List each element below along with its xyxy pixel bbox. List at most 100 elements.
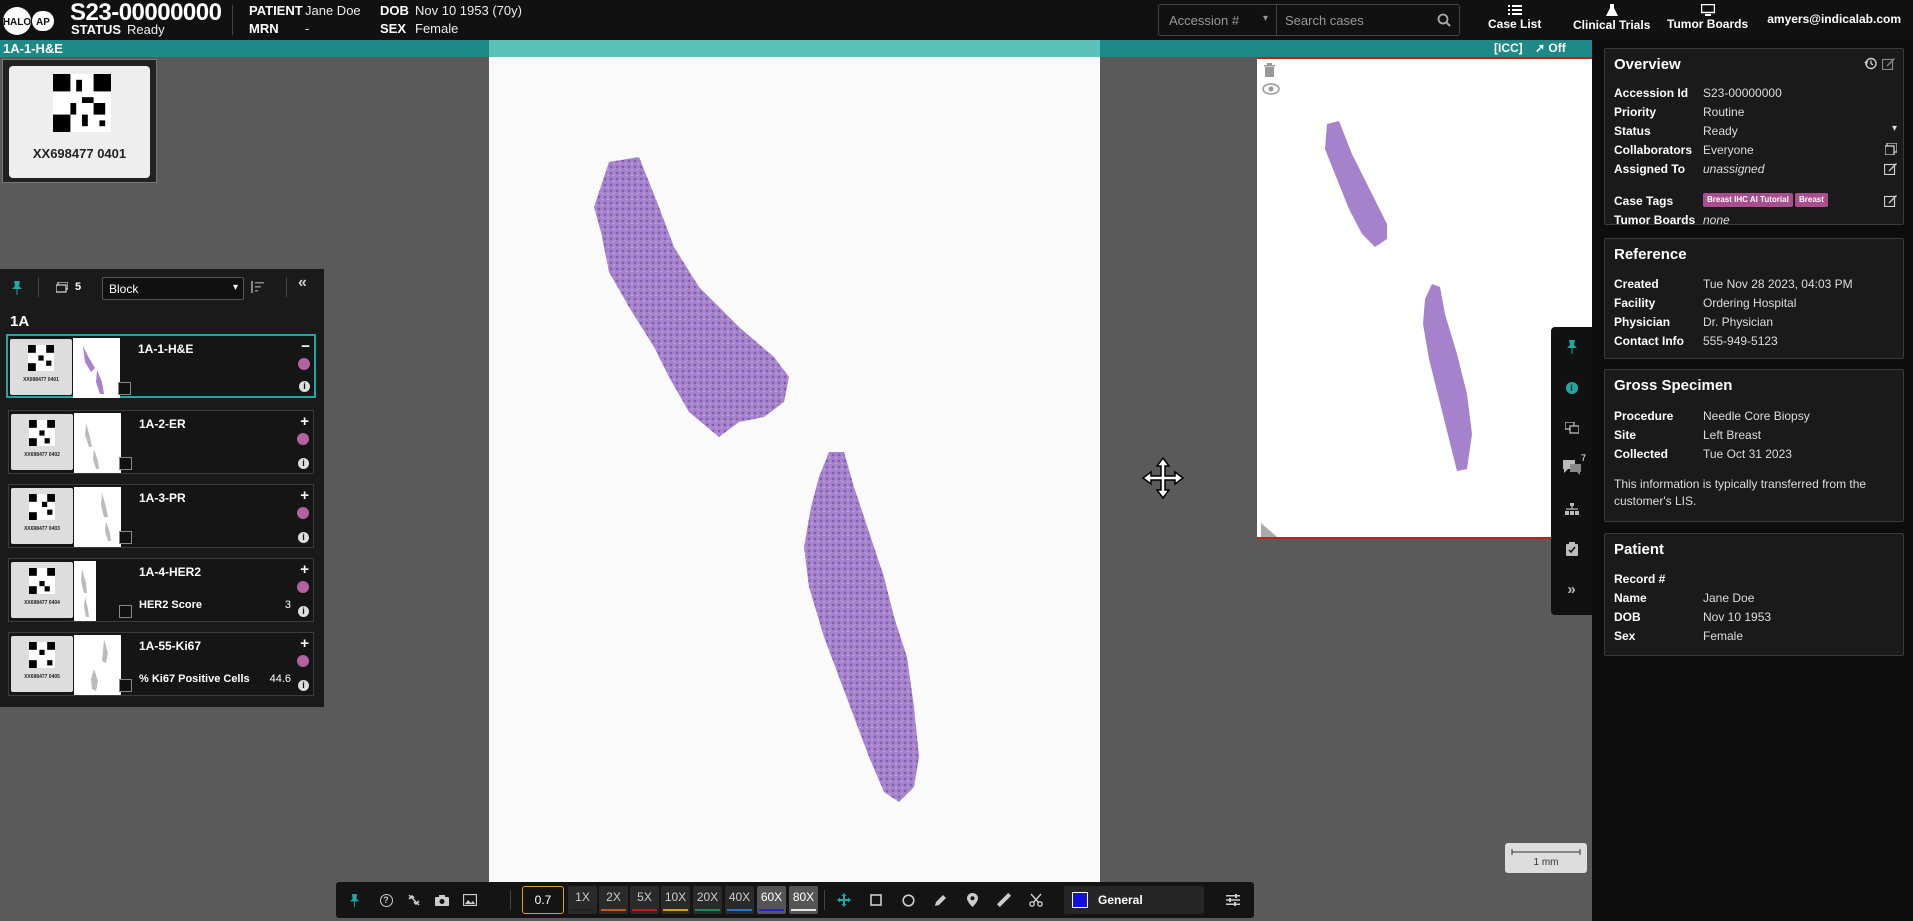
info-icon[interactable]: i (298, 606, 309, 617)
case-status-select[interactable]: Ready (1703, 124, 1738, 138)
tag-icon[interactable] (297, 655, 309, 667)
slide-card-1a-1-he[interactable]: XX698477 0401 1A-1-H&E − i (6, 334, 316, 398)
annotation-class-select[interactable]: General (1064, 886, 1204, 914)
help-button[interactable]: ? (372, 882, 400, 918)
nav-tumor-boards[interactable]: Tumor Boards (1667, 4, 1748, 31)
info-icon[interactable]: i (299, 381, 310, 392)
side-toolbar: i 7 » (1551, 327, 1592, 615)
pin-toolbar-button[interactable] (1551, 332, 1592, 362)
status-label: STATUS (71, 22, 122, 37)
info-icon[interactable]: i (298, 458, 309, 469)
slide-minimap[interactable] (1257, 57, 1592, 539)
case-tag[interactable]: Breast IHC AI Tutorial (1703, 193, 1793, 207)
slide-checkbox[interactable] (118, 382, 131, 395)
snapshot-button[interactable] (428, 882, 456, 918)
trash-icon[interactable] (1263, 63, 1276, 77)
pan-tool-button[interactable] (830, 882, 858, 918)
edit-icon[interactable] (1882, 57, 1895, 70)
zoom-80x-button[interactable]: 80X (789, 886, 818, 914)
tag-icon[interactable] (297, 581, 309, 593)
icc-toggle[interactable]: [ICC] (1494, 40, 1523, 57)
minus-icon[interactable]: − (301, 338, 310, 355)
slide-card-1a-2-er[interactable]: XX698477 0402 1A-2-ER + i (8, 410, 314, 474)
slide-checkbox[interactable] (119, 605, 132, 618)
tag-icon[interactable] (297, 507, 309, 519)
comments-panel-button[interactable]: 7 (1551, 452, 1592, 482)
user-menu[interactable]: amyers@indicalab.com (1767, 12, 1901, 26)
group-by-select[interactable]: Block ▾ (102, 277, 244, 300)
search-type-select[interactable]: Accession # ▾ (1159, 5, 1277, 35)
created-label: Created (1614, 277, 1659, 291)
slide-thumbnail (74, 561, 96, 621)
slide-card-1a-3-pr[interactable]: XX698477 0403 1A-3-PR + i (8, 484, 314, 548)
comments-icon (1562, 460, 1581, 475)
assigned-value: unassigned (1703, 162, 1765, 176)
info-panel-button[interactable]: i (1551, 373, 1592, 403)
zoom-5x-button[interactable]: 5X (630, 886, 659, 914)
nav-clinical-trials[interactable]: Clinical Trials (1573, 4, 1650, 32)
ellipse-tool-button[interactable] (894, 882, 922, 918)
slide-checkbox[interactable] (119, 457, 132, 470)
sort-icon[interactable] (251, 281, 264, 293)
tag-icon[interactable] (297, 433, 309, 445)
plus-icon[interactable]: + (300, 635, 309, 652)
zoom-60x-button[interactable]: 60X (757, 886, 786, 914)
edit-icon[interactable] (1884, 194, 1897, 207)
nav-case-list[interactable]: Case List (1488, 4, 1541, 31)
eye-icon[interactable] (1262, 83, 1280, 95)
live-toggle[interactable]: ➚ Off (1535, 40, 1566, 57)
zoom-20x-button[interactable]: 20X (693, 886, 722, 914)
accession-value: S23-00000000 (1703, 86, 1782, 100)
slide-checkbox[interactable] (119, 679, 132, 692)
image-button[interactable] (456, 882, 484, 918)
zoom-1x-button[interactable]: 1X (568, 886, 597, 914)
info-icon[interactable]: i (298, 532, 309, 543)
slide-card-1a-55-ki67[interactable]: XX698477 0405 1A-55-Ki67 % Ki67 Positive… (8, 632, 314, 696)
search-input[interactable] (1285, 8, 1425, 32)
search-icon[interactable] (1437, 13, 1451, 27)
scissors-tool-button[interactable] (1022, 882, 1050, 918)
unlink-button[interactable] (400, 882, 428, 918)
priority-value: Routine (1703, 105, 1745, 119)
pin-toolbar-button[interactable] (340, 882, 368, 918)
rectangle-tool-button[interactable] (862, 882, 890, 918)
settings-button[interactable] (1218, 882, 1248, 918)
hierarchy-panel-button[interactable] (1551, 494, 1592, 524)
map-pin-icon (966, 893, 978, 907)
halo-ap-logo[interactable]: HALO AP (2, 5, 54, 37)
pen-tool-button[interactable] (926, 882, 954, 918)
divider (510, 890, 511, 910)
marker-tool-button[interactable] (958, 882, 986, 918)
top-header: HALO AP S23-00000000 STATUS Ready PATIEN… (0, 0, 1913, 40)
zoom-10x-button[interactable]: 10X (661, 886, 690, 914)
expand-panel-icon[interactable]: » (1551, 574, 1592, 604)
assigned-label: Assigned To (1614, 162, 1686, 176)
tissue-thumb (83, 346, 104, 394)
slide-label-thumbnail[interactable]: XX698477 0401 (2, 59, 157, 183)
plus-icon[interactable]: + (300, 561, 309, 578)
plus-icon[interactable]: + (300, 487, 309, 504)
history-icon[interactable] (1864, 57, 1877, 70)
window-icon[interactable] (1885, 143, 1897, 155)
collapse-panel-icon[interactable]: « (298, 274, 307, 292)
zoom-40x-button[interactable]: 40X (725, 886, 754, 914)
info-icon[interactable]: i (298, 680, 309, 691)
report-panel-button[interactable] (1551, 534, 1592, 564)
edit-icon[interactable] (1884, 162, 1897, 175)
tag-icon[interactable] (298, 358, 310, 370)
zoom-2x-button[interactable]: 2X (599, 886, 628, 914)
slide-viewer[interactable] (489, 57, 1100, 888)
case-tag[interactable]: Breast (1795, 193, 1828, 207)
slide-checkbox[interactable] (119, 531, 132, 544)
slide-card-1a-4-her2[interactable]: XX698477 0404 1A-4-HER2 HER2 Score 3 + i (8, 558, 314, 622)
pin-icon[interactable] (11, 281, 23, 295)
chevron-down-icon[interactable]: ▾ (1892, 123, 1897, 134)
plus-icon[interactable]: + (300, 413, 309, 430)
status-value: Ready (127, 22, 165, 37)
ruler-tool-button[interactable] (990, 882, 1018, 918)
zoom-level-input[interactable]: 0.7 (522, 886, 564, 914)
name-value: Jane Doe (1703, 591, 1755, 605)
mrn-value: - (305, 21, 310, 36)
slides-panel-button[interactable] (1551, 413, 1592, 443)
nav-case-list-label: Case List (1488, 17, 1542, 31)
